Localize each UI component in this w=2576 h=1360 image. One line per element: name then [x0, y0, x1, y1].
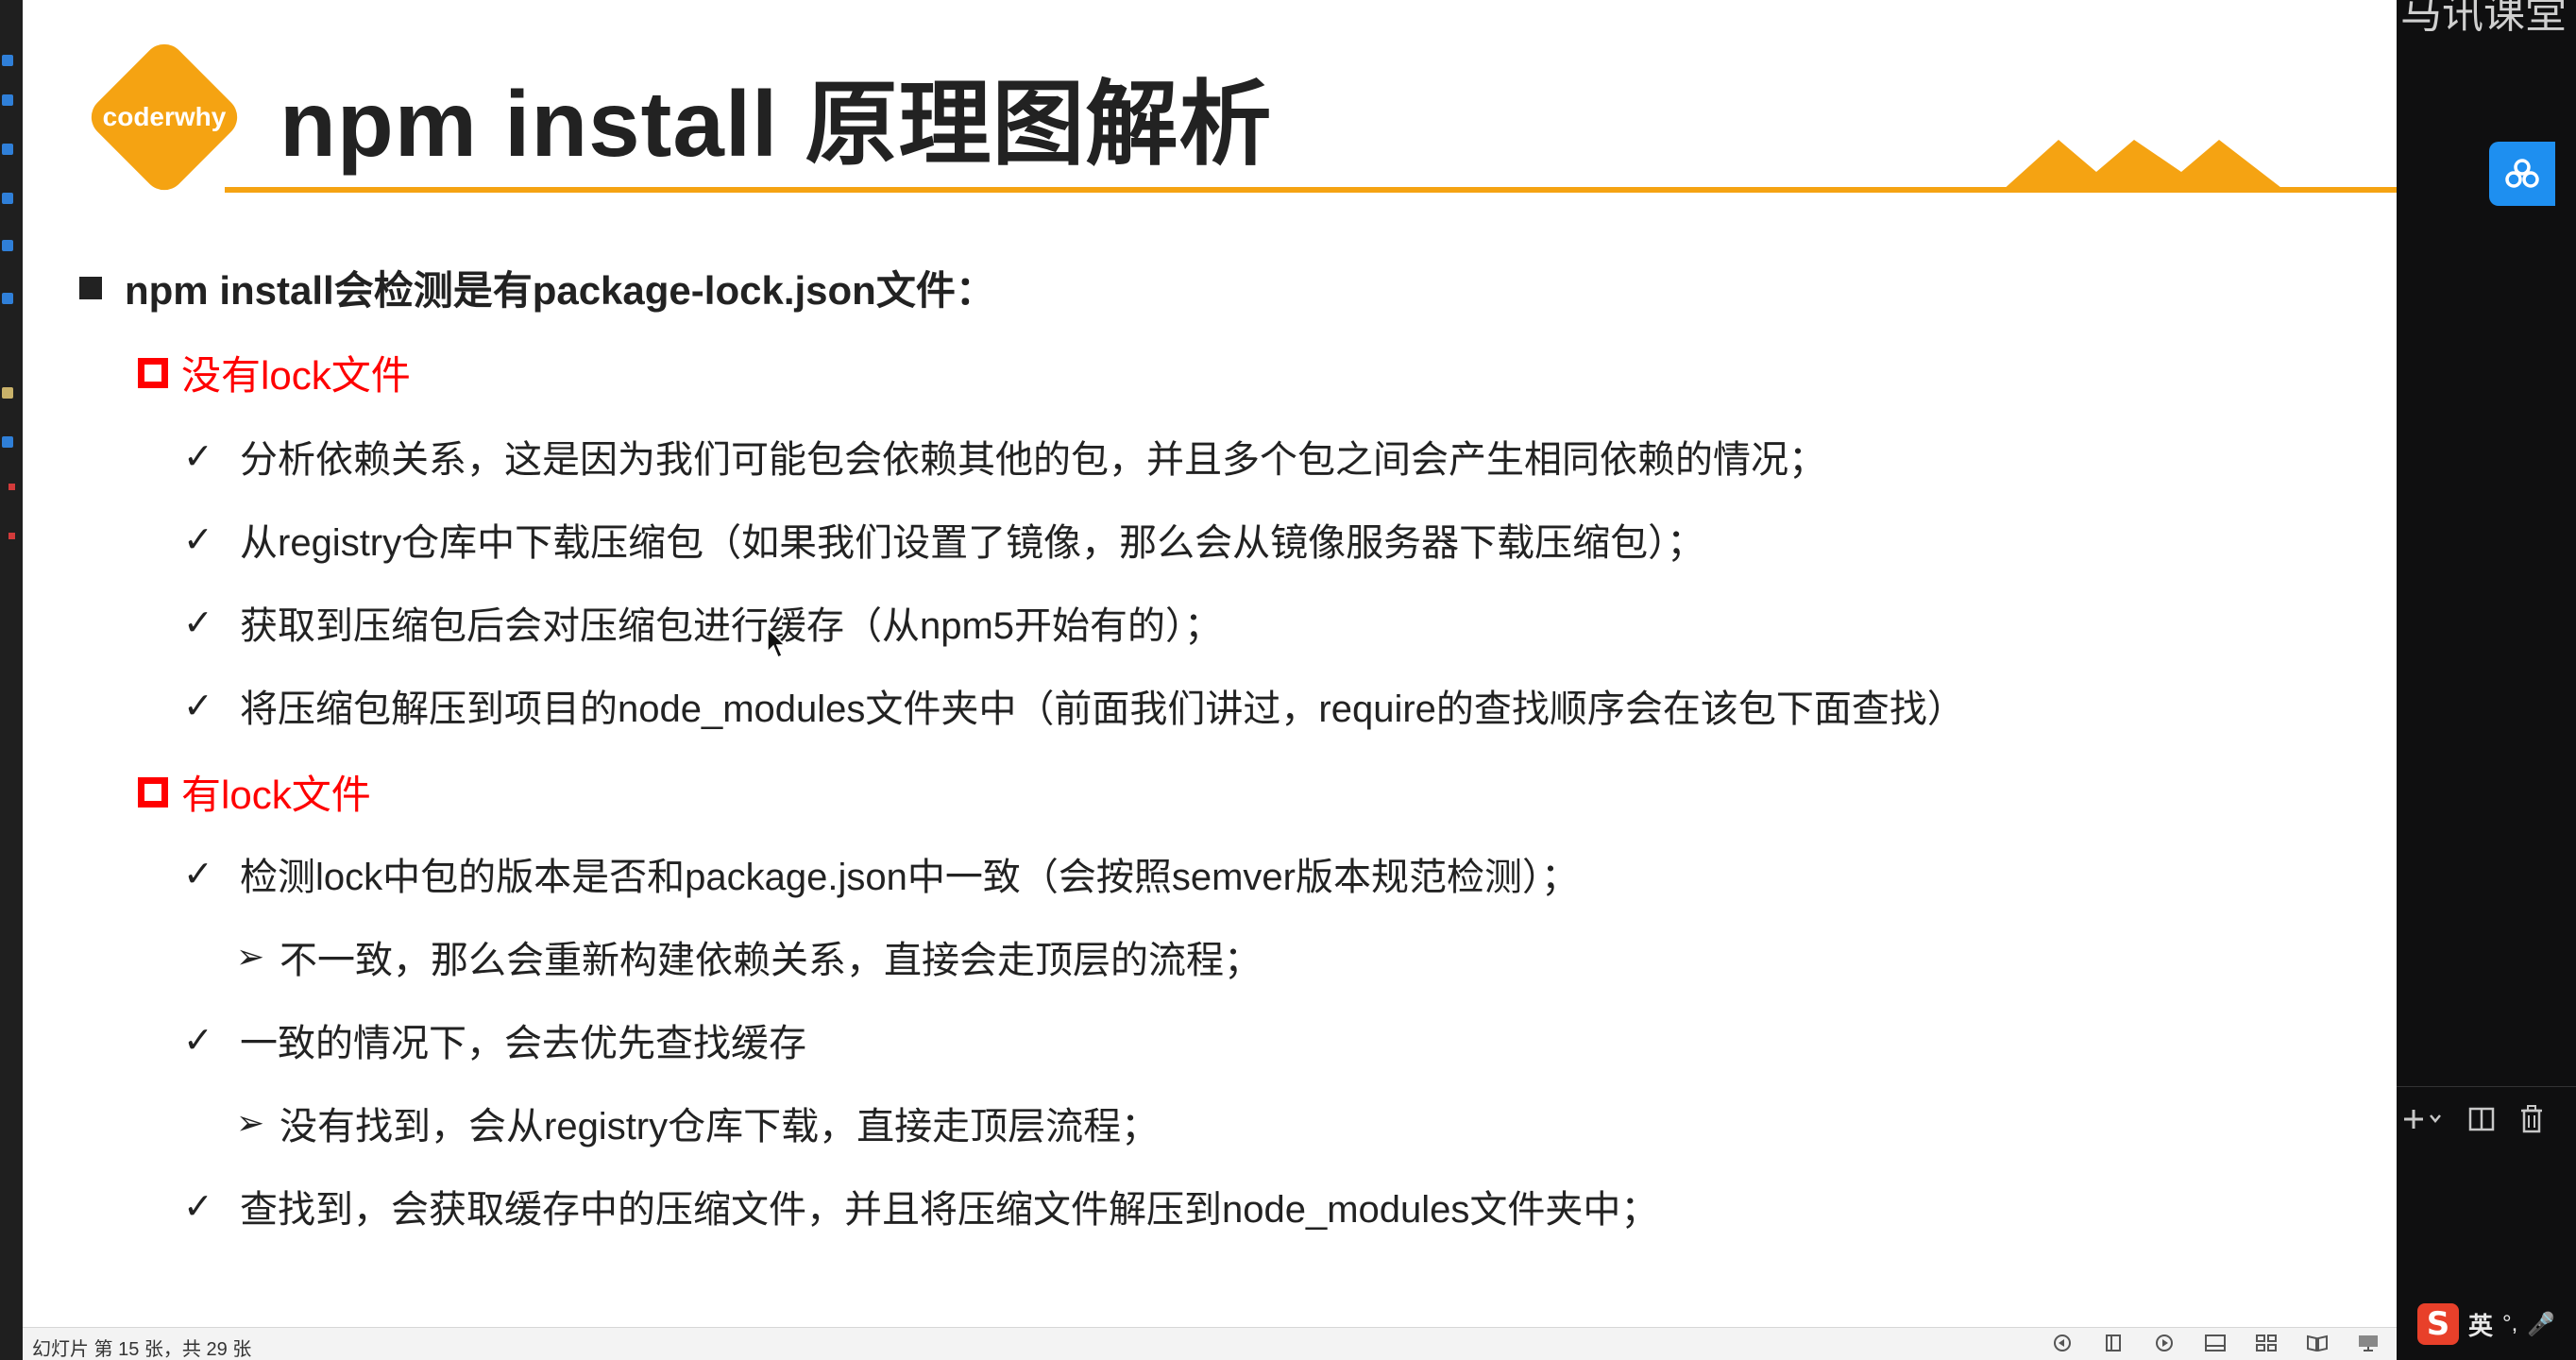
- sub-list-item-text: 没有找到，会从registry仓库下载，直接走顶层流程；: [280, 1106, 1160, 1148]
- left-strip-marker: [8, 533, 15, 539]
- plus-icon: [2404, 1110, 2441, 1129]
- list-item-text: 获取到压缩包后会对压缩包进行缓存（从npm5开始有的）；: [240, 605, 1223, 647]
- left-strip-icon[interactable]: [2, 293, 13, 304]
- list-item: ✓ 分析依赖关系，这是因为我们可能包会依赖其他的包，并且多个包之间会产生相同依赖…: [183, 429, 1826, 484]
- list-item-text: 查找到，会获取缓存中的压缩文件，并且将压缩文件解压到node_modules文件…: [240, 1189, 1659, 1231]
- slide-title: npm install 原理图解析: [280, 72, 1273, 176]
- terminal-toolbar: [2404, 1105, 2544, 1133]
- split-terminal-button[interactable]: [2468, 1106, 2495, 1132]
- slideshow-view-icon[interactable]: [2355, 1332, 2381, 1354]
- trash-icon: [2521, 1105, 2542, 1133]
- play-icon[interactable]: [2151, 1332, 2178, 1354]
- section-heading: 没有lock文件: [138, 344, 411, 401]
- status-bar: 幻灯片 第 15 张，共 29 张: [23, 1327, 2397, 1360]
- list-item-text: 分析依赖关系，这是因为我们可能包会依赖其他的包，并且多个包之间会产生相同依赖的情…: [240, 439, 1826, 481]
- left-strip-icon[interactable]: [2, 240, 13, 251]
- split-icon: [2468, 1107, 2495, 1131]
- list-item-text: 一致的情况下，会去优先查找缓存: [240, 1023, 806, 1064]
- slide-counter: 幻灯片 第 15 张，共 29 张: [32, 1339, 252, 1360]
- mouse-cursor-icon: [767, 627, 787, 659]
- kill-terminal-button[interactable]: [2519, 1105, 2544, 1133]
- status-bar-icons: [2049, 1332, 2381, 1354]
- list-item: ✓ 检测lock中包的版本是否和package.json中一致（会按照semve…: [183, 846, 1579, 901]
- notes-icon[interactable]: [2100, 1332, 2127, 1354]
- normal-view-icon[interactable]: [2202, 1332, 2229, 1354]
- title-rule: [225, 187, 2397, 193]
- reading-view-icon[interactable]: [2304, 1332, 2330, 1354]
- slide-sorter-icon[interactable]: [2253, 1332, 2279, 1354]
- left-strip-icon[interactable]: [2, 436, 13, 448]
- check-icon: ✓: [183, 686, 213, 726]
- presentation-slide: coderwhy npm install 原理图解析 npm install会检…: [23, 0, 2397, 1327]
- section-heading-text: 没有lock文件: [181, 353, 411, 398]
- arrow-bullet-icon: ➢: [236, 937, 265, 976]
- cloud-icon: [2505, 159, 2539, 188]
- list-item: ✓ 一致的情况下，会去优先查找缓存: [183, 1012, 806, 1067]
- hollow-square-bullet-icon: [138, 776, 168, 808]
- right-panel-title: 马讯课堂: [2400, 0, 2567, 37]
- check-icon: ✓: [183, 519, 213, 560]
- check-icon: ✓: [183, 854, 213, 894]
- left-strip-icon[interactable]: [2, 55, 13, 66]
- sogou-ime-icon[interactable]: S: [2417, 1303, 2459, 1345]
- list-item: ✓ 查找到，会获取缓存中的压缩文件，并且将压缩文件解压到node_modules…: [183, 1179, 1658, 1233]
- check-icon: ✓: [183, 436, 213, 477]
- ime-toolbar: S 英 °, 🎤: [2417, 1301, 2576, 1347]
- list-item-text: 从registry仓库中下载压缩包（如果我们设置了镜像，那么会从镜像服务器下载压…: [240, 522, 1705, 564]
- left-strip-icon[interactable]: [2, 94, 13, 106]
- arrow-bullet-icon: ➢: [236, 1103, 265, 1142]
- mountains-decoration: [2002, 140, 2285, 191]
- main-bullet-text: npm install会检测是有package-lock.json文件：: [125, 268, 995, 313]
- square-bullet-icon: [79, 276, 102, 299]
- section-heading-text: 有lock文件: [181, 773, 371, 817]
- sub-list-item: ➢ 没有找到，会从registry仓库下载，直接走顶层流程；: [236, 1096, 1159, 1150]
- new-terminal-button[interactable]: [2404, 1106, 2444, 1132]
- main-bullet: npm install会检测是有package-lock.json文件：: [79, 259, 995, 316]
- left-strip-icon[interactable]: [2, 193, 13, 204]
- list-item: ✓ 获取到压缩包后会对压缩包进行缓存（从npm5开始有的）；: [183, 595, 1222, 650]
- sub-list-item: ➢ 不一致，那么会重新构建依赖关系，直接会走顶层的流程；: [236, 929, 1262, 984]
- cloud-button[interactable]: [2489, 142, 2555, 206]
- sub-list-item-text: 不一致，那么会重新构建依赖关系，直接会走顶层的流程；: [280, 940, 1262, 981]
- left-strip-icon[interactable]: [2, 387, 13, 399]
- hollow-square-bullet-icon: [138, 357, 168, 388]
- panel-divider: [2397, 1086, 2576, 1087]
- check-icon: ✓: [183, 1020, 213, 1061]
- list-item: ✓ 将压缩包解压到项目的node_modules文件夹中（前面我们讲过，requ…: [183, 678, 1965, 733]
- microphone-icon[interactable]: 🎤: [2527, 1311, 2555, 1338]
- list-item-text: 将压缩包解压到项目的node_modules文件夹中（前面我们讲过，requir…: [240, 688, 1965, 730]
- left-strip-icon[interactable]: [2, 144, 13, 155]
- check-icon: ✓: [183, 1186, 213, 1227]
- ime-punctuation-toggle[interactable]: °,: [2502, 1311, 2517, 1337]
- ime-language-toggle[interactable]: 英: [2468, 1307, 2493, 1342]
- check-icon: ✓: [183, 603, 213, 643]
- left-strip-marker: [8, 484, 15, 490]
- right-side-panel: 马讯课堂: [2397, 0, 2576, 1360]
- list-item-text: 检测lock中包的版本是否和package.json中一致（会按照semver版…: [240, 857, 1579, 898]
- left-app-strip: [0, 0, 23, 1360]
- previous-slide-icon[interactable]: [2049, 1332, 2076, 1354]
- coderwhy-logo: coderwhy: [82, 35, 246, 199]
- list-item: ✓ 从registry仓库中下载压缩包（如果我们设置了镜像，那么会从镜像服务器下…: [183, 512, 1704, 567]
- logo-text: coderwhy: [102, 102, 227, 131]
- section-heading: 有lock文件: [138, 763, 371, 821]
